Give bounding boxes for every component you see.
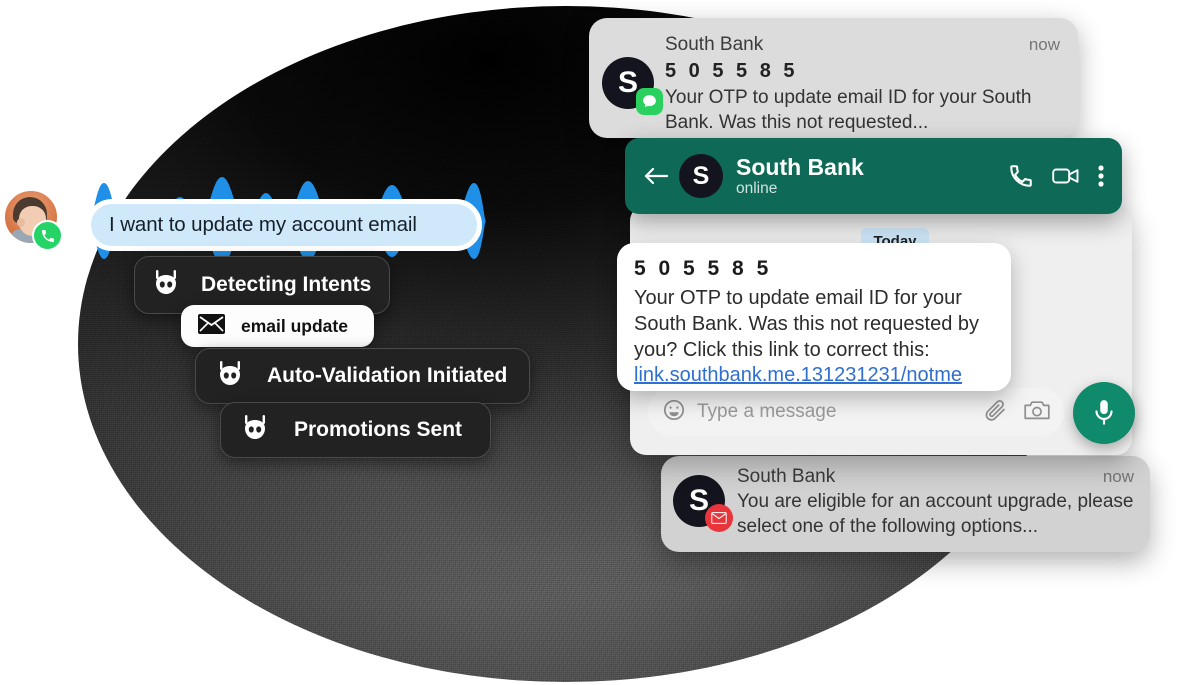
notification-body: You are eligible for an account upgrade,… <box>737 491 1134 537</box>
notification-time: now <box>1102 467 1134 486</box>
phone-icon[interactable] <box>1008 163 1034 189</box>
notification-time: now <box>1028 35 1060 54</box>
notification-otp-code: 5 0 5 5 8 5 <box>665 60 799 82</box>
notification-title-row: South Bank now <box>737 466 1134 488</box>
robot-icon <box>240 414 270 446</box>
voice-transcript-bubble: I want to update my account email <box>86 199 482 251</box>
whatsapp-chat-header: S South Bank online <box>625 138 1122 214</box>
voice-transcript-text: I want to update my account email <box>109 213 417 236</box>
arrow-left-icon[interactable] <box>639 166 673 186</box>
avatar-letter: S <box>617 66 638 99</box>
chip-label: Promotions Sent <box>294 418 463 441</box>
message-link[interactable]: link.southbank.me.131231231/notme <box>634 364 995 387</box>
contact-name: South Bank <box>736 153 864 180</box>
avatar-letter: S <box>692 161 710 190</box>
overflow-menu-icon[interactable] <box>1098 164 1104 188</box>
emoji-smiley-icon[interactable] <box>662 398 686 427</box>
robot-icon <box>151 269 181 301</box>
message-input-bar[interactable]: Type a message <box>648 388 1064 436</box>
chip-label: Detecting Intents <box>201 273 372 296</box>
mail-alert-icon <box>705 504 733 532</box>
envelope-icon <box>198 313 225 339</box>
contact-status: online <box>736 179 778 197</box>
chip-email-update[interactable]: email update <box>181 305 374 347</box>
whatsapp-phone-icon <box>32 220 63 251</box>
notification-app-name: South Bank <box>737 466 836 487</box>
chip-promotions-sent[interactable]: Promotions Sent <box>220 402 492 458</box>
message-text: Your OTP to update email ID for your Sou… <box>634 287 980 361</box>
chip-label: email update <box>241 315 348 336</box>
chip-label: Auto-Validation Initiated <box>267 364 508 387</box>
message-otp-code: 5 0 5 5 8 5 <box>634 257 772 280</box>
notification-title-row: South Bank now <box>665 34 1060 56</box>
notification-app-name: South Bank <box>665 34 764 55</box>
avatar-south-bank[interactable]: S <box>679 154 723 198</box>
avatar <box>2 188 64 251</box>
video-camera-icon[interactable] <box>1052 165 1080 187</box>
notification-top[interactable]: South Bank now 5 0 5 5 8 5 Your OTP to u… <box>589 18 1078 138</box>
message-input-placeholder[interactable]: Type a message <box>697 401 984 423</box>
notification-bottom[interactable]: South Bank now You are eligible for an a… <box>661 456 1150 552</box>
microphone-icon[interactable] <box>1073 382 1135 444</box>
message-bubble[interactable]: 5 0 5 5 8 5 Your OTP to update email ID … <box>617 243 1011 391</box>
notification-body: Your OTP to update email ID for your Sou… <box>665 87 1032 133</box>
chip-auto-validation-initiated[interactable]: Auto-Validation Initiated <box>195 348 531 404</box>
whatsapp-chat-icon <box>636 88 663 115</box>
camera-icon[interactable] <box>1024 399 1050 426</box>
robot-icon <box>215 360 245 392</box>
contact-info[interactable]: South Bank online <box>736 153 990 198</box>
paperclip-icon[interactable] <box>984 398 1008 427</box>
